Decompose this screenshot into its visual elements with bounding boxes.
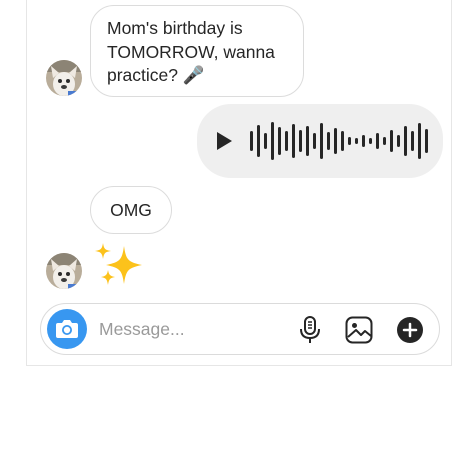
camera-button[interactable] — [47, 309, 87, 349]
message-text: OMG — [110, 199, 152, 220]
message-text-line: practice? 🎤 — [107, 65, 205, 85]
voice-message-bubble[interactable] — [197, 104, 443, 178]
avatar[interactable] — [46, 253, 82, 289]
message-text-line: Mom's birthday is — [107, 18, 243, 38]
sparkles-icon[interactable] — [94, 240, 144, 290]
message-input[interactable] — [99, 316, 289, 342]
message-text-line: TOMORROW, wanna — [107, 41, 275, 62]
microphone-icon[interactable] — [299, 316, 321, 344]
waveform — [250, 122, 428, 160]
incoming-message-bubble[interactable]: Mom's birthday is TOMORROW, wanna practi… — [90, 5, 304, 97]
incoming-message-bubble[interactable]: OMG — [90, 186, 172, 234]
play-icon[interactable] — [217, 132, 232, 150]
image-icon[interactable] — [345, 316, 373, 344]
message-composer — [40, 303, 440, 355]
plus-icon[interactable] — [396, 316, 424, 344]
avatar[interactable] — [46, 60, 82, 96]
camera-icon — [56, 320, 78, 338]
